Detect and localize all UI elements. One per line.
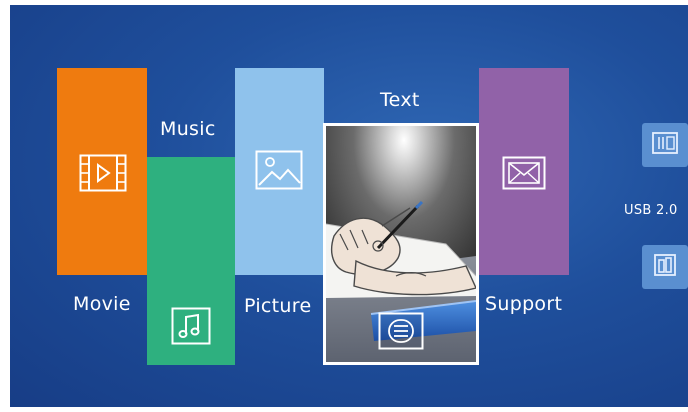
film-icon (79, 154, 127, 192)
support-tile[interactable] (479, 68, 569, 275)
picture-label: Picture (244, 295, 312, 317)
music-tile[interactable] (147, 157, 235, 365)
image-icon (255, 150, 303, 190)
document-icon (378, 312, 424, 350)
text-label: Text (380, 89, 420, 111)
usb-drive-button[interactable] (642, 245, 688, 289)
music-label: Music (160, 118, 216, 140)
usb-drive-icon (653, 253, 677, 281)
sd-card-icon (652, 132, 678, 158)
text-tile-selected[interactable] (323, 123, 479, 365)
envelope-icon (502, 156, 546, 190)
support-label: Support (485, 293, 563, 315)
movie-label: Movie (73, 293, 131, 315)
picture-tile[interactable] (235, 68, 324, 275)
usb-label: USB 2.0 (624, 203, 678, 218)
music-note-icon (171, 307, 211, 345)
movie-tile[interactable] (57, 68, 147, 275)
media-home-screen: Movie Music Picture Text Support USB 2.0 (10, 5, 688, 407)
sd-card-button[interactable] (642, 123, 688, 167)
